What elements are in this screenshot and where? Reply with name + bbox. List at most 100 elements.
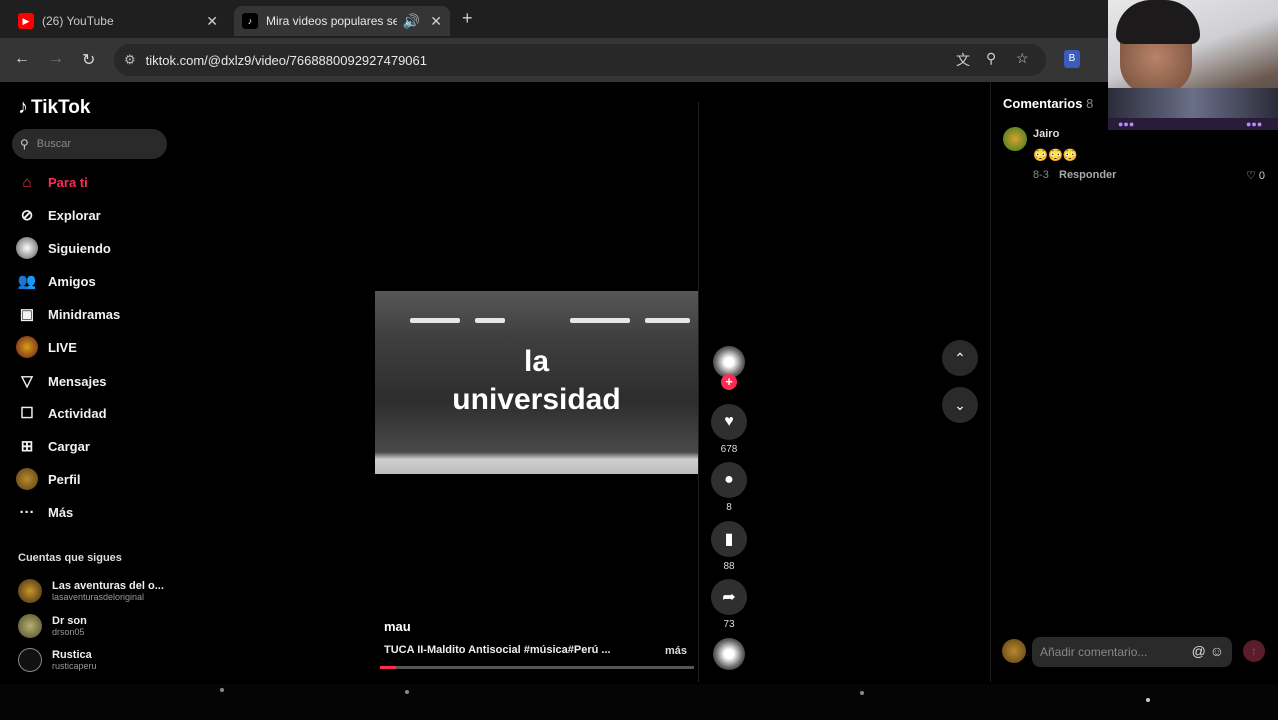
comments-count: 8 [1086,96,1094,111]
nav-label: Cargar [48,438,90,454]
tiktok-logo[interactable]: ♪ TikTok [18,96,90,119]
train-light [475,318,505,323]
search-input[interactable]: ⚲ Buscar [12,129,167,159]
nav-siguiendo[interactable]: Siguiendo [16,235,111,261]
tab-tiktok[interactable]: ♪ Mira videos populares selec 🔊 ✕ [234,6,450,36]
address-bar[interactable]: ⚙ tiktok.com/@dxlz9/video/76688800929274… [114,44,1046,76]
follow-plus-button[interactable]: + [721,374,737,390]
comments-panel: Comentarios 8 Jairo 😳😳😳 8-3 Responder ♡ … [990,82,1278,682]
train-light [570,318,630,323]
nav-amigos[interactable]: 👥 Amigos [16,268,96,294]
chevron-up-icon[interactable]: ⌃ [942,340,978,376]
nav-mas[interactable]: ··· Más [16,499,74,525]
comment-like-button[interactable]: ♡ 0 [1246,169,1265,182]
profile-avatar-icon [16,468,38,490]
user-avatar [1002,639,1026,663]
compass-icon: ⊘ [20,207,34,224]
account-handle: lasaventurasdeloriginal [52,592,145,602]
following-account[interactable]: Rustica rusticaperu [18,648,97,672]
tiktok-note-icon: ♪ [18,96,28,118]
video-author[interactable]: mau [384,619,411,634]
comment-like-count: 0 [1258,170,1266,182]
tab-youtube[interactable]: ▶ (26) YouTube ✕ [10,6,226,36]
progress-fill [380,666,396,669]
nav-label: Perfil [48,471,81,487]
bookmark-icon[interactable]: ▮ [711,521,747,557]
logo-text: TikTok [31,96,91,118]
following-account[interactable]: Dr son drson05 [18,614,87,638]
new-tab-button[interactable]: + [462,8,473,29]
send-comment-button[interactable]: ↑ [1243,640,1265,662]
url-text: tiktok.com/@dxlz9/video/7668880092927479… [145,52,427,68]
chevron-down-icon[interactable]: ⌄ [942,387,978,423]
nav-minidramas[interactable]: ▣ Minidramas [16,301,120,327]
reply-button[interactable]: Responder [1059,169,1116,181]
commenter-name[interactable]: Jairo [1033,128,1059,140]
feed-divider [698,102,699,682]
comment-action[interactable]: ● 8 [709,462,749,513]
nav-explorar[interactable]: ⊘ Explorar [16,202,101,228]
browser-toolbar: ← → ↻ ⚙ tiktok.com/@dxlz9/video/76688800… [0,38,1278,82]
nav-mensajes[interactable]: ▽ Mensajes [16,368,106,394]
more-link[interactable]: más [665,645,687,657]
back-button[interactable]: ← [14,50,30,68]
close-tab-icon[interactable]: ✕ [430,13,442,30]
more-icon: ··· [19,503,35,521]
close-tab-icon[interactable]: ✕ [206,13,218,30]
bookmark-star-icon[interactable]: ☆ [1016,50,1029,67]
film-icon: ▣ [19,306,35,323]
video-progress-bar[interactable] [380,666,694,669]
heart-icon[interactable]: ♥ [711,404,747,440]
nav-label: Amigos [48,273,96,289]
commenter-avatar[interactable] [1003,127,1027,151]
nav-live[interactable]: LIVE [16,334,77,360]
home-icon: ⌂ [22,173,32,191]
nav-cargar[interactable]: ⊞ Cargar [16,433,90,459]
following-account[interactable]: Las aventuras del o... lasaventurasdelor… [18,579,164,603]
like-action[interactable]: ♥ 678 [709,404,749,455]
share-count: 73 [723,619,735,630]
train-light [410,318,460,323]
translate-icon[interactable]: 文 [956,50,970,70]
account-name: Dr son [52,615,87,627]
overlay-line: universidad [452,383,621,416]
webcam-dots: ●●● [1118,119,1135,129]
tab-title: Mira videos populares selec [266,14,397,28]
star [405,690,409,694]
browser-tab-strip: ▶ (26) YouTube ✕ ♪ Mira videos populares… [0,0,1278,38]
zoom-icon[interactable]: ⚲ [986,50,996,67]
video-player[interactable]: la universidad [375,291,698,474]
comment-count: 8 [726,502,732,513]
site-settings-icon[interactable]: ⚙ [124,52,136,68]
music-disc-icon[interactable] [713,638,745,670]
account-avatar [18,614,42,638]
webcam-dots: ●●● [1246,119,1263,129]
account-name: Rustica [52,649,92,661]
nav-label: Más [48,504,74,520]
account-handle: rusticaperu [52,661,97,671]
tiktok-icon: ♪ [242,13,258,29]
reload-button[interactable]: ↻ [82,50,95,70]
nav-label: Explorar [48,207,101,223]
save-action[interactable]: ▮ 88 [709,521,749,572]
account-handle: drson05 [52,627,85,637]
forward-button[interactable]: → [48,50,64,68]
comment-input[interactable]: Añadir comentario... @ ☺ [1032,637,1232,667]
nav-para-ti[interactable]: ⌂ Para ti [16,169,87,195]
account-avatar [18,648,42,672]
nav-actividad[interactable]: ☐ Actividad [16,400,106,426]
extension-icon[interactable]: B [1064,50,1080,68]
video-overlay-text: la universidad [375,343,698,419]
mention-emoji-icons[interactable]: @ ☺ [1192,643,1224,659]
share-icon[interactable]: ➦ [711,579,747,615]
friends-icon: 👥 [17,273,37,290]
send-icon: ▽ [21,373,33,390]
star [860,691,864,695]
nav-perfil[interactable]: Perfil [16,466,81,492]
following-section-title: Cuentas que sigues [18,552,122,564]
speaker-icon[interactable]: 🔊 [403,13,420,30]
share-action[interactable]: ➦ 73 [709,579,749,630]
activity-icon: ☐ [20,405,34,422]
comment-icon[interactable]: ● [711,462,747,498]
search-placeholder: Buscar [36,138,72,150]
